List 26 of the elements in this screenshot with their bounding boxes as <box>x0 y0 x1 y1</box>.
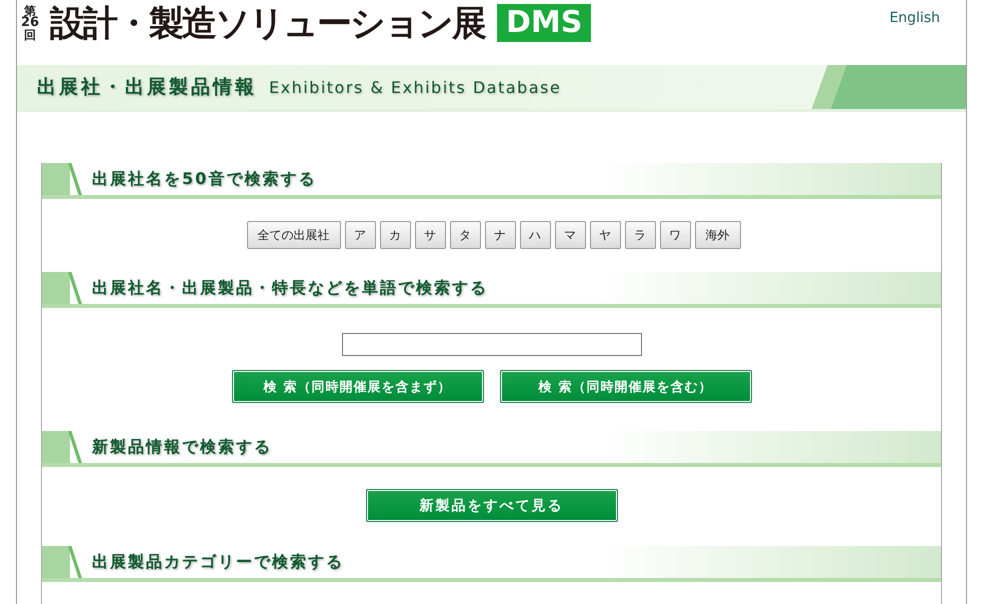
banner-title: 出展社・出展製品情報 <box>37 75 257 100</box>
index-button[interactable]: カ <box>380 221 410 249</box>
index-button[interactable]: ヤ <box>590 221 620 249</box>
language-link[interactable]: English <box>889 10 940 26</box>
index-button[interactable]: サ <box>414 221 446 249</box>
index-button[interactable]: ア <box>344 221 376 249</box>
search-button[interactable]: 検 索（同時開催展を含む） <box>500 370 752 403</box>
view-all-button[interactable]: 新製品をすべて見る <box>366 489 618 522</box>
index-button[interactable]: 海外 <box>694 221 740 249</box>
banner-subtitle: Exhibitors & Exhibits Database <box>269 78 562 96</box>
site-title: 設計・製造ソリューション展 <box>50 2 485 46</box>
index-button[interactable]: ラ <box>624 221 656 249</box>
index-button[interactable]: マ <box>554 221 586 249</box>
search-field[interactable] <box>342 333 642 356</box>
section-title: 出展社名・出展製品・特長などを単語で検索する <box>92 278 488 298</box>
search-button[interactable]: 検 索（同時開催展を含まず） <box>232 370 484 403</box>
index-button[interactable]: タ <box>450 221 480 249</box>
section-title: 新製品情報で検索する <box>92 436 272 458</box>
logo-badge: DMS <box>497 4 592 42</box>
index-button[interactable]: ワ <box>660 221 690 249</box>
section-title: 出展製品カテゴリーで検索する <box>92 552 344 572</box>
index-button[interactable]: ハ <box>520 221 550 249</box>
section-title: 出展社名を50音で検索する <box>92 168 316 190</box>
index-button[interactable]: 全ての出展社 <box>246 221 340 249</box>
index-button[interactable]: ナ <box>484 221 516 249</box>
edition-label: 第 26 回 <box>20 5 40 41</box>
